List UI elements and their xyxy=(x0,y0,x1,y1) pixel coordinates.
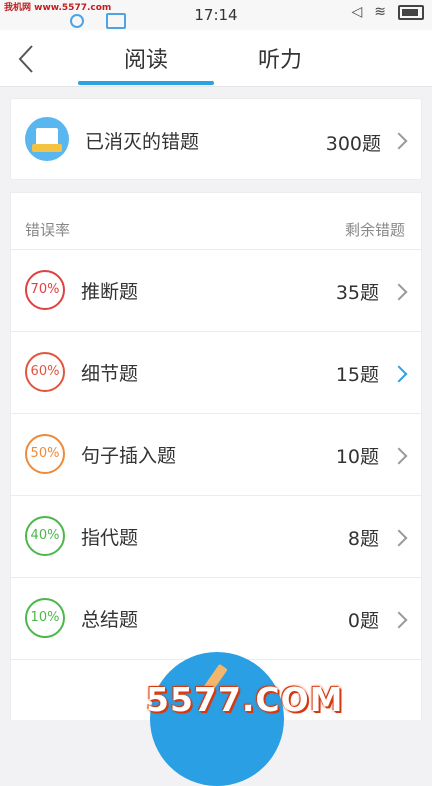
remaining-count: 8题 xyxy=(347,528,379,550)
question-type-label: 句子插入题 xyxy=(81,445,177,467)
eliminated-count: 300题 xyxy=(325,133,381,155)
list-item[interactable]: 50% 句子插入题 10题 xyxy=(11,414,421,496)
error-rate-badge: 70% xyxy=(25,270,65,310)
mute-icon: ◁ xyxy=(351,4,363,20)
error-rate-header: 错误率 xyxy=(25,221,71,239)
question-type-label: 指代题 xyxy=(81,527,139,549)
chevron-right-icon xyxy=(390,283,408,301)
tab-reading[interactable]: 阅读 xyxy=(124,42,168,74)
active-tab-indicator xyxy=(78,81,214,85)
list-item[interactable]: 70% 推断题 35题 xyxy=(11,250,421,332)
nav-bar: 阅读 听力 xyxy=(0,30,432,87)
chevron-right-icon xyxy=(390,529,408,547)
battery-icon xyxy=(398,4,424,20)
list-item[interactable]: 10% 总结题 0题 xyxy=(11,578,421,660)
eliminated-errors-card[interactable]: 已消灭的错题 300题 xyxy=(10,98,422,180)
error-rate-badge: 50% xyxy=(25,434,65,474)
question-type-label: 推断题 xyxy=(81,281,139,303)
status-bar: 我机网 www.5577.com 8 17:14 ◁ ≋ xyxy=(0,0,432,30)
back-arrow-icon[interactable] xyxy=(14,42,44,76)
eliminated-label: 已消灭的错题 xyxy=(85,131,200,153)
chevron-right-icon xyxy=(390,132,408,150)
status-icons-right: ◁ ≋ xyxy=(351,4,424,20)
tab-listening[interactable]: 听力 xyxy=(258,42,302,74)
question-type-label: 细节题 xyxy=(81,363,139,385)
error-type-list: 错误率 剩余错题 70% 推断题 35题 60% 细节题 15题 50% 句子插… xyxy=(10,192,422,720)
remaining-count: 10题 xyxy=(335,446,379,468)
error-rate-badge: 60% xyxy=(25,352,65,392)
chevron-right-icon xyxy=(390,365,408,383)
remaining-count: 15题 xyxy=(335,364,379,386)
error-rate-badge: 10% xyxy=(25,598,65,638)
chevron-right-icon xyxy=(390,611,408,629)
error-rate-badge: 40% xyxy=(25,516,65,556)
remaining-errors-header: 剩余错题 xyxy=(344,221,405,239)
list-header: 错误率 剩余错题 xyxy=(11,193,421,250)
chevron-right-icon xyxy=(390,447,408,465)
wifi-icon: ≋ xyxy=(374,4,386,20)
remaining-count: 35题 xyxy=(335,282,379,304)
list-item[interactable]: 60% 细节题 15题 xyxy=(11,332,421,414)
remaining-count: 0题 xyxy=(347,610,379,632)
watermark-logo: 5577.COM xyxy=(146,680,344,719)
question-type-label: 总结题 xyxy=(81,609,139,631)
list-item[interactable]: 40% 指代题 8题 xyxy=(11,496,421,578)
clipboard-icon xyxy=(25,117,69,161)
